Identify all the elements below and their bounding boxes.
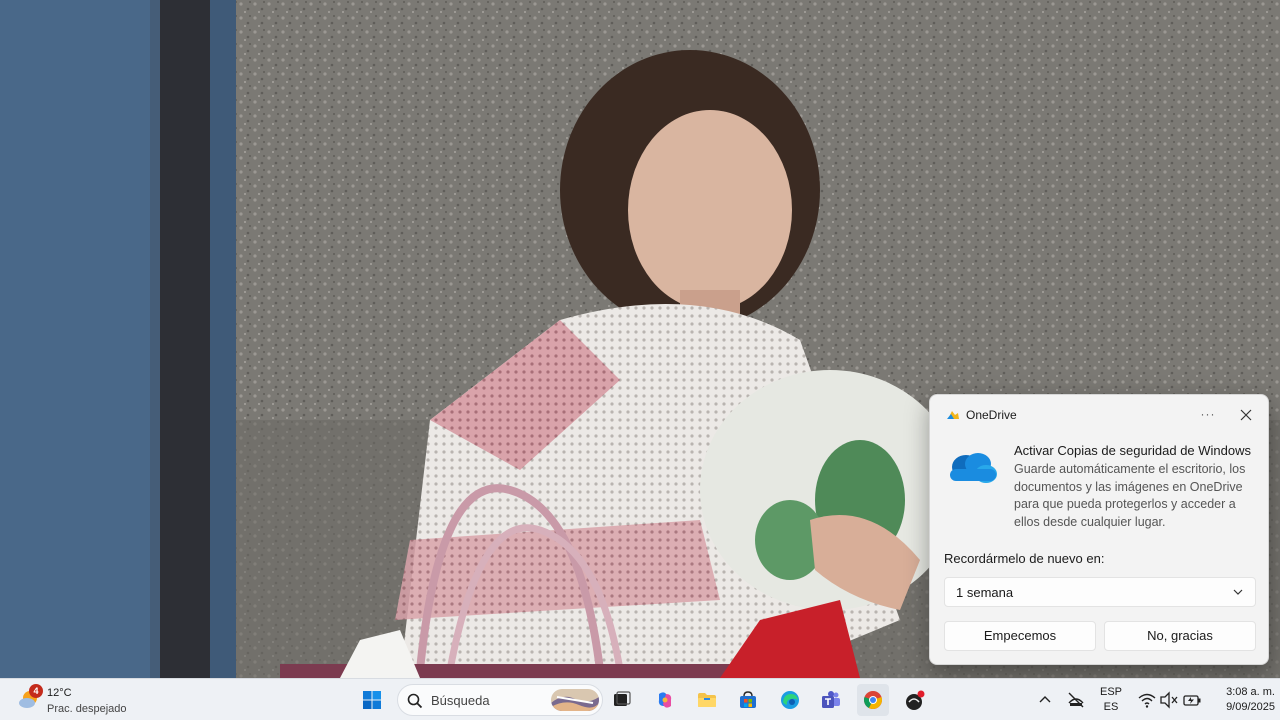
search-highlight-image [551,689,599,711]
onedrive-small-icon [947,411,959,419]
wifi-icon[interactable] [1137,690,1157,710]
microsoft-store-icon [740,691,756,708]
start-button[interactable] [356,684,388,716]
remind-interval-value: 1 semana [956,585,1014,600]
teams-icon [822,691,840,708]
system-clock[interactable]: 3:08 a. m. 9/09/2025 [1207,685,1275,717]
copilot-button[interactable] [649,684,681,716]
search-icon [407,693,423,709]
close-icon [1240,409,1252,421]
show-hidden-icons-chevron-icon[interactable] [1035,690,1055,710]
app-button[interactable] [898,684,930,716]
edge-button[interactable] [774,684,806,716]
teams-button[interactable] [815,684,847,716]
onedrive-notification-toast[interactable]: OneDrive ··· Activar Copias de seguridad… [929,394,1269,665]
edge-icon [781,691,799,709]
windows-start-icon [363,691,381,709]
toast-title: Activar Copias de seguridad de Windows [1014,443,1252,458]
weather-notification-badge: 4 [29,684,43,698]
chrome-button[interactable] [857,684,889,716]
keyboard-layout-code: ES [1103,701,1119,713]
clock-date: 9/09/2025 [1226,701,1275,713]
file-explorer-button[interactable] [691,684,723,716]
weather-temperature: 12°C [47,687,72,699]
microsoft-store-button[interactable] [732,684,764,716]
toast-header: OneDrive ··· [930,395,1268,435]
taskbar: 4 12°C Prac. despejado Búsqueda ESP ES 3… [0,678,1280,720]
close-button[interactable] [1232,403,1260,427]
remind-interval-select[interactable]: 1 semana [944,577,1256,607]
battery-charging-icon[interactable] [1182,690,1202,710]
task-view-button[interactable] [606,684,638,716]
clock-time: 3:08 a. m. [1226,686,1275,698]
no-thanks-button[interactable]: No, gracias [1104,621,1256,651]
more-options-button[interactable]: ··· [1194,403,1222,427]
volume-muted-icon[interactable] [1159,690,1179,710]
file-explorer-icon [698,693,716,707]
language-code: ESP [1099,686,1122,698]
weather-condition: Prac. despejado [47,703,127,715]
search-placeholder: Búsqueda [431,693,490,708]
chevron-down-icon [1233,589,1243,595]
copilot-icon [658,692,672,708]
onedrive-cloud-icon [950,453,997,483]
get-started-button[interactable]: Empecemos [944,621,1096,651]
language-indicator[interactable]: ESP ES [1096,685,1126,717]
toast-body-text: Guarde automáticamente el escritorio, lo… [1014,462,1246,529]
remind-label: Recordármelo de nuevo en: [944,551,1105,566]
weather-widget[interactable]: 4 12°C Prac. despejado [10,681,140,719]
app-icon [906,690,925,710]
toast-app-name: OneDrive [966,408,1017,422]
chrome-icon [864,691,882,709]
task-view-icon [614,691,631,706]
taskbar-search-box[interactable]: Búsqueda [397,684,603,716]
network-disconnected-icon[interactable] [1066,690,1086,710]
